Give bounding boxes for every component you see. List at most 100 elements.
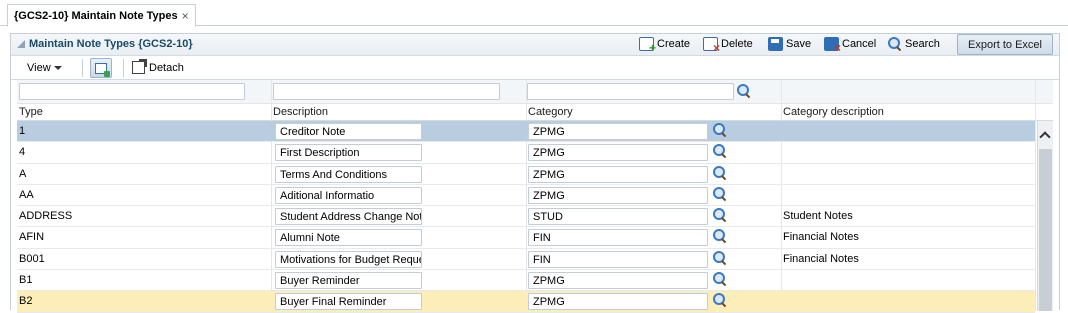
create-button[interactable]: Create xyxy=(639,37,691,55)
view-label: View xyxy=(27,62,51,74)
search-icon[interactable] xyxy=(713,144,727,158)
category-description-cell: Student Notes xyxy=(783,210,853,223)
vertical-scrollbar[interactable] xyxy=(1037,121,1053,311)
delete-label: Delete xyxy=(721,38,753,50)
tab-maintain-note-types[interactable]: {GCS2-10} Maintain Note Types × xyxy=(7,4,196,27)
save-label: Save xyxy=(786,38,812,50)
category-input[interactable]: ZPMG xyxy=(528,293,708,311)
search-icon[interactable] xyxy=(713,123,727,137)
description-input[interactable]: Alumni Note xyxy=(275,229,422,247)
column-header-type[interactable]: Type xyxy=(19,106,43,118)
column-header-category-description[interactable]: Category description xyxy=(783,106,884,118)
filter-row xyxy=(17,80,1053,104)
category-input[interactable]: ZPMG xyxy=(528,165,708,183)
description-input[interactable]: Aditional Informatio xyxy=(275,186,422,204)
column-header-category[interactable]: Category xyxy=(528,106,573,118)
type-cell: B1 xyxy=(19,274,33,287)
type-cell: A xyxy=(19,167,27,180)
type-cell: AFIN xyxy=(19,231,45,244)
cancel-icon xyxy=(824,37,841,55)
tab-title: {GCS2-10} Maintain Note Types xyxy=(14,9,178,22)
scrollbar-thumb[interactable] xyxy=(1039,149,1052,311)
collapse-triangle-icon[interactable] xyxy=(17,40,25,48)
search-icon[interactable] xyxy=(713,250,727,265)
note-types-panel: Maintain Note Types {GCS2-10} Create Del… xyxy=(10,33,1060,313)
divider xyxy=(123,59,124,77)
panel-title-text: Maintain Note Types {GCS2-10} xyxy=(29,38,193,50)
save-icon xyxy=(768,37,783,51)
description-input[interactable]: Creditor Note xyxy=(275,123,422,140)
search-button[interactable]: Search xyxy=(888,37,940,51)
search-icon[interactable] xyxy=(713,208,727,222)
table-row[interactable]: A Terms And Conditions ZPMG xyxy=(17,164,1035,185)
category-input[interactable]: ZPMG xyxy=(528,144,708,162)
category-filter-input[interactable] xyxy=(527,83,734,100)
table-row[interactable]: 1 Creditor Note ZPMG xyxy=(17,121,1035,143)
panel-header: Maintain Note Types {GCS2-10} Create Del… xyxy=(11,34,1059,56)
category-description-cell: Financial Notes xyxy=(783,231,859,244)
category-input[interactable]: ZPMG xyxy=(528,123,708,140)
table-row[interactable]: B2 Buyer Final Reminder ZPMG xyxy=(17,291,1035,313)
type-filter-input[interactable] xyxy=(19,83,245,100)
search-label: Search xyxy=(905,38,940,50)
description-input[interactable]: Terms And Conditions xyxy=(275,165,422,183)
description-input[interactable]: Buyer Final Reminder xyxy=(275,293,422,311)
category-input[interactable]: FIN xyxy=(528,229,708,247)
delete-button[interactable]: Delete xyxy=(703,37,753,55)
delete-icon xyxy=(703,37,720,55)
type-cell: 1 xyxy=(19,125,26,137)
detach-label: Detach xyxy=(149,61,184,74)
table-body: 1 Creditor Note ZPMG 4 First Description ZPMG… xyxy=(17,121,1035,313)
search-icon[interactable] xyxy=(713,293,727,307)
description-filter-input[interactable] xyxy=(273,83,500,100)
column-divider xyxy=(1035,80,1036,311)
create-icon xyxy=(639,37,656,55)
note-types-table: Type Description Category Category descr… xyxy=(17,80,1053,313)
export-to-excel-button[interactable]: Export to Excel xyxy=(957,34,1053,55)
column-headers: Type Description Category Category descr… xyxy=(17,104,1053,121)
category-input[interactable]: ZPMG xyxy=(528,186,708,204)
tab-bar: {GCS2-10} Maintain Note Types × xyxy=(0,0,1068,27)
search-icon[interactable] xyxy=(713,229,727,243)
column-header-description[interactable]: Description xyxy=(273,106,328,118)
save-button[interactable]: Save xyxy=(768,37,811,51)
description-input[interactable]: Student Address Change Not xyxy=(275,208,422,226)
description-input[interactable]: First Description xyxy=(275,144,422,162)
category-input[interactable]: STUD xyxy=(528,208,708,226)
description-input[interactable]: Buyer Reminder xyxy=(275,272,422,290)
search-icon[interactable] xyxy=(737,84,751,98)
query-by-example-button[interactable] xyxy=(90,58,112,78)
table-row[interactable]: AFIN Alumni Note FIN Financial Notes xyxy=(17,227,1035,249)
description-input[interactable]: Motivations for Budget Reque xyxy=(275,250,422,268)
category-description-cell: Financial Notes xyxy=(783,252,859,265)
cancel-button[interactable]: Cancel xyxy=(824,37,877,55)
type-cell: 4 xyxy=(19,146,26,159)
search-icon xyxy=(888,37,902,51)
view-menu[interactable]: View xyxy=(27,62,62,74)
search-icon[interactable] xyxy=(713,165,727,180)
create-label: Create xyxy=(657,38,691,50)
search-icon[interactable] xyxy=(713,186,727,201)
divider xyxy=(82,59,83,77)
detach-icon xyxy=(132,59,147,74)
category-input[interactable]: FIN xyxy=(528,250,708,268)
filter-icon xyxy=(95,62,110,77)
cancel-label: Cancel xyxy=(842,38,877,50)
chevron-down-icon xyxy=(53,66,62,70)
type-cell: ADDRESS xyxy=(19,210,73,223)
close-icon[interactable]: × xyxy=(182,9,189,23)
table-row[interactable]: AA Aditional Informatio ZPMG xyxy=(17,185,1035,207)
type-cell: B2 xyxy=(19,295,33,308)
type-cell: AA xyxy=(19,188,34,201)
detach-button[interactable]: Detach xyxy=(132,59,184,74)
scroll-up-icon[interactable] xyxy=(1039,131,1051,143)
type-cell: B001 xyxy=(19,252,45,265)
table-row[interactable]: B1 Buyer Reminder ZPMG xyxy=(17,270,1035,292)
panel-title[interactable]: Maintain Note Types {GCS2-10} xyxy=(17,38,193,50)
table-row[interactable]: B001 Motivations for Budget Reque FIN Finan… xyxy=(17,249,1035,271)
search-icon[interactable] xyxy=(713,272,727,286)
category-input[interactable]: ZPMG xyxy=(528,272,708,290)
table-row[interactable]: 4 First Description ZPMG xyxy=(17,142,1035,164)
table-row[interactable]: ADDRESS Student Address Change Not STUD Stu… xyxy=(17,206,1035,228)
table-toolbar: View Detach xyxy=(11,56,1059,80)
